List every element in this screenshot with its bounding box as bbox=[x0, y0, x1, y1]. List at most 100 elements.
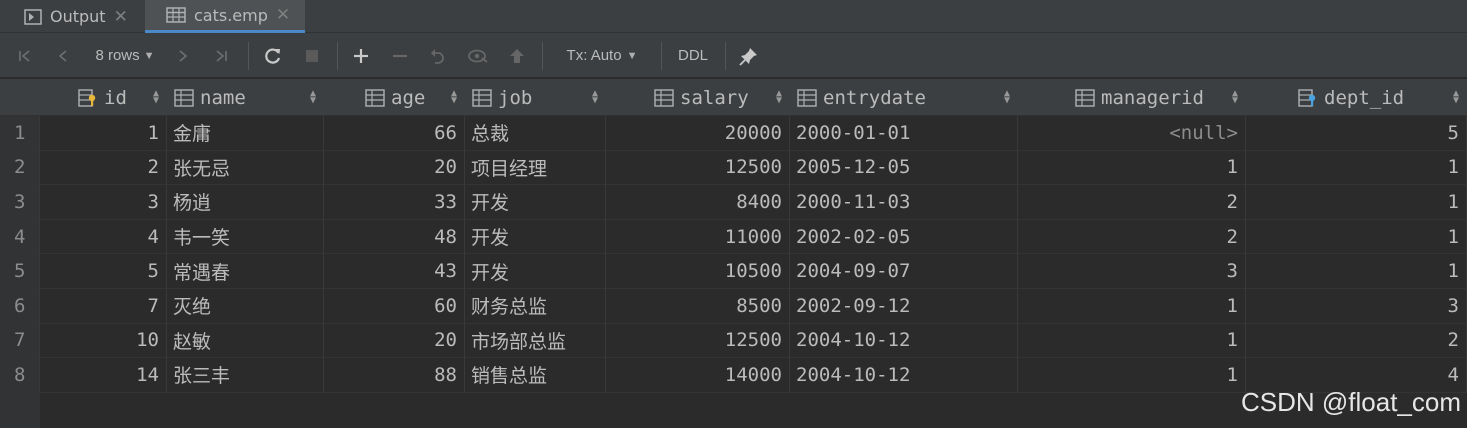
cell-job[interactable]: 开发 bbox=[465, 219, 606, 255]
cell-id[interactable]: 3 bbox=[40, 185, 167, 220]
rows-dropdown[interactable]: 8 rows ▼ bbox=[86, 33, 164, 78]
column-header-id[interactable]: id ▲ ▼ bbox=[40, 79, 167, 116]
cell-entrydate[interactable]: 2004-10-12 bbox=[790, 323, 1018, 359]
column-header-managerid[interactable]: managerid ▲ ▼ bbox=[1018, 79, 1246, 116]
refresh-icon[interactable] bbox=[260, 33, 286, 78]
cell-name[interactable]: 赵敏 bbox=[167, 323, 324, 359]
sort-icon[interactable]: ▲ ▼ bbox=[1453, 89, 1459, 106]
transaction-mode-dropdown[interactable]: Tx: Auto ▼ bbox=[556, 33, 648, 78]
cell-age[interactable]: 60 bbox=[324, 289, 465, 324]
row-number[interactable]: 8 bbox=[0, 358, 40, 393]
cell-job[interactable]: 项目经理 bbox=[465, 150, 606, 186]
table-row[interactable]: 5 5 常遇春 43 开发 10500 2004-09-07 3 1 bbox=[0, 254, 1467, 289]
table-row[interactable]: 3 3 杨逍 33 开发 8400 2000-11-03 2 1 bbox=[0, 185, 1467, 220]
cell-entrydate[interactable]: 2000-11-03 bbox=[790, 185, 1018, 220]
column-header-dept-id[interactable]: dept_id ▲ ▼ bbox=[1246, 79, 1467, 116]
sort-icon[interactable]: ▲ ▼ bbox=[153, 89, 159, 106]
row-number[interactable]: 5 bbox=[0, 254, 40, 289]
cell-entrydate[interactable]: 2005-12-05 bbox=[790, 150, 1018, 186]
tab-output[interactable]: Output ✕ bbox=[0, 0, 145, 33]
cell-salary[interactable]: 10500 bbox=[606, 254, 790, 289]
cell-job[interactable]: 开发 bbox=[465, 254, 606, 289]
table-row[interactable]: 2 2 张无忌 20 项目经理 12500 2005-12-05 1 1 bbox=[0, 150, 1467, 186]
sort-icon[interactable]: ▲ ▼ bbox=[776, 89, 782, 106]
cell-id[interactable]: 5 bbox=[40, 254, 167, 289]
cell-salary[interactable]: 14000 bbox=[606, 358, 790, 393]
cell-salary[interactable]: 8500 bbox=[606, 289, 790, 324]
cell-dept-id[interactable]: 1 bbox=[1246, 254, 1467, 289]
cell-managerid[interactable]: 2 bbox=[1018, 219, 1246, 255]
table-row[interactable]: 4 4 韦一笑 48 开发 11000 2002-02-05 2 1 bbox=[0, 219, 1467, 255]
preview-changes-icon[interactable] bbox=[465, 33, 491, 78]
first-page-icon[interactable] bbox=[12, 33, 38, 78]
cell-age[interactable]: 48 bbox=[324, 219, 465, 255]
cell-name[interactable]: 张无忌 bbox=[167, 150, 324, 186]
cell-managerid[interactable]: 1 bbox=[1018, 150, 1246, 186]
cell-dept-id[interactable]: 5 bbox=[1246, 116, 1467, 151]
cell-age[interactable]: 20 bbox=[324, 150, 465, 186]
table-row[interactable]: 7 10 赵敏 20 市场部总监 12500 2004-10-12 1 2 bbox=[0, 323, 1467, 359]
cell-dept-id[interactable]: 1 bbox=[1246, 185, 1467, 220]
add-row-icon[interactable] bbox=[348, 33, 374, 78]
cell-id[interactable]: 4 bbox=[40, 219, 167, 255]
table-row[interactable]: 6 7 灭绝 60 财务总监 8500 2002-09-12 1 3 bbox=[0, 289, 1467, 324]
cell-dept-id[interactable]: 1 bbox=[1246, 219, 1467, 255]
cell-name[interactable]: 常遇春 bbox=[167, 254, 324, 289]
cell-managerid[interactable]: <null> bbox=[1018, 116, 1246, 151]
cell-dept-id[interactable]: 3 bbox=[1246, 289, 1467, 324]
column-header-entrydate[interactable]: entrydate ▲ ▼ bbox=[790, 79, 1018, 116]
submit-icon[interactable] bbox=[504, 33, 530, 78]
row-number[interactable]: 7 bbox=[0, 323, 40, 359]
row-number[interactable]: 4 bbox=[0, 219, 40, 255]
stop-icon[interactable] bbox=[299, 33, 325, 78]
cell-managerid[interactable]: 3 bbox=[1018, 254, 1246, 289]
cell-age[interactable]: 88 bbox=[324, 358, 465, 393]
cell-age[interactable]: 33 bbox=[324, 185, 465, 220]
cell-entrydate[interactable]: 2004-09-07 bbox=[790, 254, 1018, 289]
pin-icon[interactable] bbox=[736, 33, 762, 78]
row-number[interactable]: 1 bbox=[0, 116, 40, 151]
cell-managerid[interactable]: 1 bbox=[1018, 289, 1246, 324]
table-row[interactable]: 1 1 金庸 66 总裁 20000 2000-01-01 <null> 5 bbox=[0, 116, 1467, 151]
cell-name[interactable]: 韦一笑 bbox=[167, 219, 324, 255]
close-icon[interactable]: ✕ bbox=[114, 7, 128, 27]
cell-managerid[interactable]: 1 bbox=[1018, 323, 1246, 359]
sort-icon[interactable]: ▲ ▼ bbox=[1232, 89, 1238, 106]
ddl-button[interactable]: DDL bbox=[672, 33, 714, 78]
delete-row-icon[interactable] bbox=[387, 33, 413, 78]
cell-age[interactable]: 43 bbox=[324, 254, 465, 289]
cell-managerid[interactable]: 2 bbox=[1018, 185, 1246, 220]
sort-icon[interactable]: ▲ ▼ bbox=[310, 89, 316, 106]
cell-id[interactable]: 10 bbox=[40, 323, 167, 359]
sort-icon[interactable]: ▲ ▼ bbox=[1004, 89, 1010, 106]
cell-id[interactable]: 1 bbox=[40, 116, 167, 151]
cell-job[interactable]: 财务总监 bbox=[465, 289, 606, 324]
close-icon[interactable]: ✕ bbox=[276, 5, 290, 25]
cell-entrydate[interactable]: 2002-02-05 bbox=[790, 219, 1018, 255]
cell-entrydate[interactable]: 2002-09-12 bbox=[790, 289, 1018, 324]
cell-job[interactable]: 总裁 bbox=[465, 116, 606, 151]
revert-icon[interactable] bbox=[426, 33, 452, 78]
next-page-icon[interactable] bbox=[170, 33, 196, 78]
column-header-name[interactable]: name ▲ ▼ bbox=[167, 79, 324, 116]
cell-age[interactable]: 20 bbox=[324, 323, 465, 359]
cell-salary[interactable]: 12500 bbox=[606, 150, 790, 186]
cell-managerid[interactable]: 1 bbox=[1018, 358, 1246, 393]
cell-name[interactable]: 杨逍 bbox=[167, 185, 324, 220]
cell-salary[interactable]: 12500 bbox=[606, 323, 790, 359]
row-number[interactable]: 3 bbox=[0, 185, 40, 220]
last-page-icon[interactable] bbox=[208, 33, 234, 78]
column-header-age[interactable]: age ▲ ▼ bbox=[324, 79, 465, 116]
cell-name[interactable]: 灭绝 bbox=[167, 289, 324, 324]
cell-salary[interactable]: 11000 bbox=[606, 219, 790, 255]
cell-dept-id[interactable]: 2 bbox=[1246, 323, 1467, 359]
cell-name[interactable]: 张三丰 bbox=[167, 358, 324, 393]
cell-name[interactable]: 金庸 bbox=[167, 116, 324, 151]
sort-icon[interactable]: ▲ ▼ bbox=[451, 89, 457, 106]
column-header-salary[interactable]: salary ▲ ▼ bbox=[606, 79, 790, 116]
cell-id[interactable]: 2 bbox=[40, 150, 167, 186]
cell-salary[interactable]: 20000 bbox=[606, 116, 790, 151]
cell-age[interactable]: 66 bbox=[324, 116, 465, 151]
cell-id[interactable]: 7 bbox=[40, 289, 167, 324]
cell-id[interactable]: 14 bbox=[40, 358, 167, 393]
